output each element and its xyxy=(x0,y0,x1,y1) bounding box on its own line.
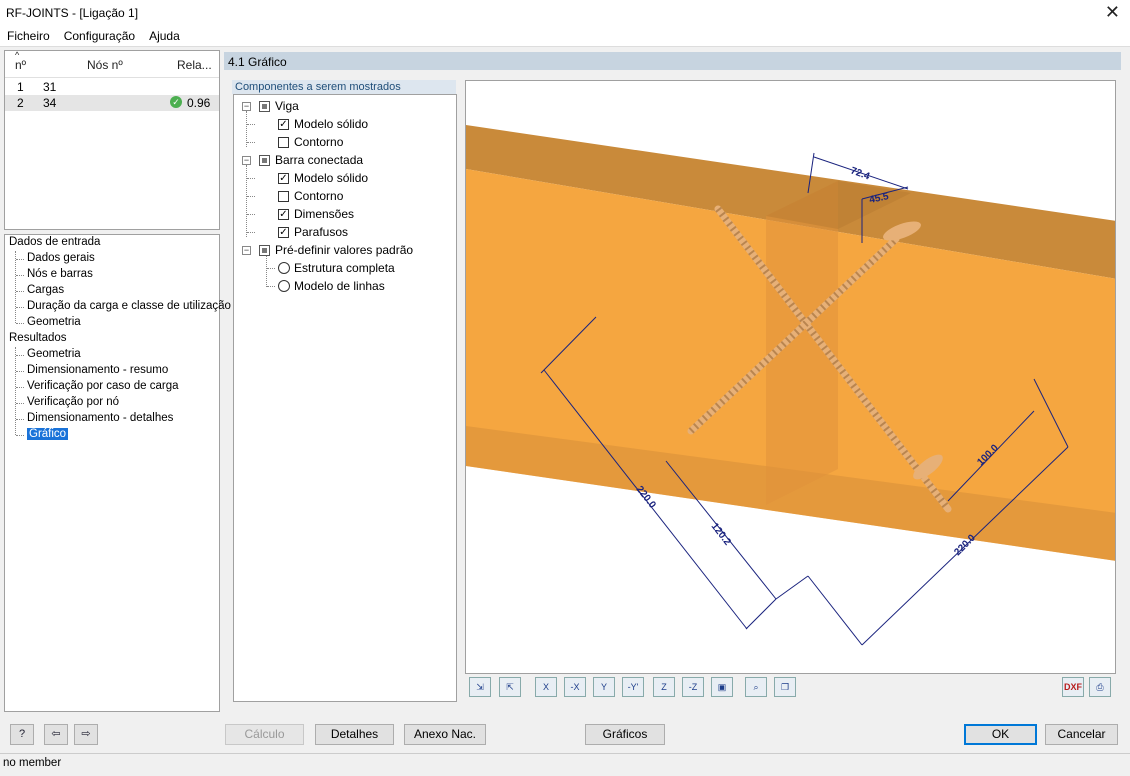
dxf-export-icon[interactable]: DXF xyxy=(1062,677,1084,697)
row-ratio: 0.96 xyxy=(187,96,211,110)
menu-ficheiro[interactable]: Ficheiro xyxy=(0,27,57,45)
view-neg-z-icon[interactable]: -Z xyxy=(682,677,704,697)
iso-view-icon[interactable]: ▣ xyxy=(711,677,733,697)
nav-item-geometry-results[interactable]: Geometria xyxy=(27,348,81,360)
help-icon[interactable]: ? xyxy=(10,724,34,745)
collapse-icon[interactable]: − xyxy=(242,156,251,165)
title-bar: RF-JOINTS - [Ligação 1] ✕ xyxy=(0,0,1130,26)
section-title: 4.1 Gráfico xyxy=(228,55,287,69)
components-tab[interactable]: Componentes a serem mostrados xyxy=(232,80,456,94)
nav-item-general-data[interactable]: Dados gerais xyxy=(27,252,95,264)
nav-item-nodes-members[interactable]: Nós e barras xyxy=(27,268,93,280)
barra-solid-label: Modelo sólido xyxy=(294,171,369,185)
view-x-icon[interactable]: X xyxy=(535,677,557,697)
status-bar: no member xyxy=(0,753,1130,776)
line-model-radio[interactable] xyxy=(278,280,290,292)
barra-solid-checkbox[interactable]: ✓ xyxy=(278,173,289,184)
barra-contour-label: Contorno xyxy=(294,189,344,203)
viga-contour-checkbox[interactable] xyxy=(278,137,289,148)
barra-dimensions-label: Dimensões xyxy=(294,207,355,221)
view-z-icon[interactable]: Z xyxy=(653,677,675,697)
col-header-node[interactable]: Nós nº xyxy=(87,58,123,72)
barra-screws-label: Parafusos xyxy=(294,225,349,239)
nav-item-geometry-input[interactable]: Geometria xyxy=(27,316,81,328)
dim-label-120-2: 120.2 xyxy=(709,521,733,548)
nav-input-data[interactable]: Dados de entrada xyxy=(9,236,100,248)
nav-results[interactable]: Resultados xyxy=(9,332,67,344)
row-node: 31 xyxy=(43,80,57,94)
barra-dimensions-checkbox[interactable]: ✓ xyxy=(278,209,289,220)
national-annex-button[interactable]: Anexo Nac. xyxy=(404,724,486,745)
table-row[interactable]: 1 31 xyxy=(5,79,219,95)
nav-item-graphic[interactable]: Gráfico xyxy=(27,428,69,440)
group-viga-label: Viga xyxy=(275,99,299,113)
navigation-tree: Dados de entrada Dados gerais Nós e barr… xyxy=(4,234,231,712)
viga-checkbox[interactable] xyxy=(259,101,270,112)
xa-view-icon[interactable]: ⇱ xyxy=(499,677,521,697)
graphic-viewport[interactable]: 72.4 45.5 220.0 120.2 100.0 220.0 xyxy=(465,80,1116,674)
close-icon[interactable]: ✕ xyxy=(1105,2,1120,23)
import-icon[interactable]: ⇦ xyxy=(44,724,68,745)
components-tab-label: Componentes a serem mostrados xyxy=(235,81,401,93)
collapse-icon[interactable]: − xyxy=(242,102,251,111)
menu-bar: Ficheiro Configuração Ajuda xyxy=(0,26,1130,47)
full-structure-radio[interactable] xyxy=(278,262,290,274)
print-icon[interactable]: ⎙ xyxy=(1089,677,1111,697)
window-title: RF-JOINTS - [Ligação 1] xyxy=(6,6,139,20)
viga-solid-checkbox[interactable]: ✓ xyxy=(278,119,289,130)
export-icon[interactable]: ⇨ xyxy=(74,724,98,745)
menu-configuracao[interactable]: Configuração xyxy=(57,27,142,45)
view-neg-x-icon[interactable]: -X xyxy=(564,677,586,697)
collapse-icon[interactable]: − xyxy=(242,246,251,255)
barra-contour-checkbox[interactable] xyxy=(278,191,289,202)
barra-checkbox[interactable] xyxy=(259,155,270,166)
menu-ajuda[interactable]: Ajuda xyxy=(142,27,187,45)
calc-button[interactable]: Cálculo xyxy=(225,724,304,745)
nav-item-load-duration[interactable]: Duração da carga e classe de utilização xyxy=(27,300,231,312)
graphic-toolbar: ⇲ ⇱ X -X Y -Y' Z -Z ▣ ⌕ ❐ DXF ⎙ xyxy=(465,675,1116,701)
nav-item-loads[interactable]: Cargas xyxy=(27,284,64,296)
row-n: 2 xyxy=(17,96,24,110)
nav-item-design-details[interactable]: Dimensionamento - detalhes xyxy=(27,412,173,424)
cancel-button[interactable]: Cancelar xyxy=(1045,724,1118,745)
col-header-n[interactable]: nº xyxy=(15,58,26,72)
node-table: ^ nº Nós nº Rela... 1 31 2 34 ✓ 0.96 xyxy=(4,50,220,230)
dim-label-72-4: 72.4 xyxy=(849,165,871,182)
connected-bar xyxy=(766,181,838,505)
zoom-icon[interactable]: ⌕ xyxy=(745,677,767,697)
view-neg-y-icon[interactable]: -Y' xyxy=(622,677,644,697)
full-structure-label: Estrutura completa xyxy=(294,261,395,275)
row-n: 1 xyxy=(17,80,24,94)
viga-solid-label: Modelo sólido xyxy=(294,117,369,131)
components-panel: − Viga ✓ Modelo sólido Contorno − Barra … xyxy=(233,94,457,702)
table-row[interactable]: 2 34 ✓ 0.96 xyxy=(5,95,219,111)
view-y-icon[interactable]: Y xyxy=(593,677,615,697)
defaults-checkbox[interactable] xyxy=(259,245,270,256)
section-header: 4.1 Gráfico xyxy=(224,52,1121,70)
viga-contour-label: Contorno xyxy=(294,135,344,149)
copy-icon[interactable]: ❐ xyxy=(774,677,796,697)
details-button[interactable]: Detalhes xyxy=(315,724,394,745)
line-model-label: Modelo de linhas xyxy=(294,279,385,293)
nav-item-check-by-node[interactable]: Verificação por nó xyxy=(27,396,119,408)
status-text: no member xyxy=(3,757,62,769)
row-node: 34 xyxy=(43,96,57,110)
graphics-button[interactable]: Gráficos xyxy=(585,724,665,745)
node-table-header: ^ nº Nós nº Rela... xyxy=(5,50,219,78)
col-header-ratio[interactable]: Rela... xyxy=(177,58,212,72)
nav-item-design-summary[interactable]: Dimensionamento - resumo xyxy=(27,364,168,376)
group-defaults-label: Pré-definir valores padrão xyxy=(275,243,414,257)
joint-3d-drawing: 72.4 45.5 220.0 120.2 100.0 220.0 xyxy=(466,125,1115,646)
xz-view-icon[interactable]: ⇲ xyxy=(469,677,491,697)
ok-button[interactable]: OK xyxy=(964,724,1037,745)
nav-item-check-by-load-case[interactable]: Verificação por caso de carga xyxy=(27,380,179,392)
group-barra-label: Barra conectada xyxy=(275,153,364,167)
barra-screws-checkbox[interactable]: ✓ xyxy=(278,227,289,238)
